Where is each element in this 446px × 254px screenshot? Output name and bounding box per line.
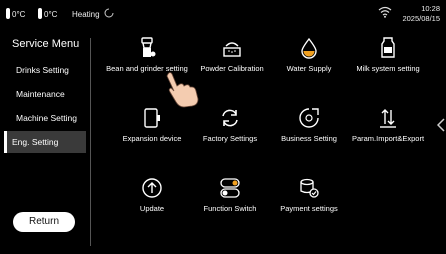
time-label: 10:28 xyxy=(421,4,440,13)
sidebar-item-label: Eng. Setting xyxy=(12,137,59,147)
selection-indicator xyxy=(4,131,7,153)
payment-icon xyxy=(300,178,319,198)
sidebar-item-eng-setting[interactable]: Eng. Setting xyxy=(4,131,86,153)
milk-icon xyxy=(381,37,395,58)
update-icon xyxy=(142,178,162,198)
expansion-device-button[interactable]: Expansion device xyxy=(110,106,194,143)
grid-item-label: Factory Settings xyxy=(202,134,258,143)
payment-settings-button[interactable]: Payment settings xyxy=(267,176,351,213)
chevron-left-icon[interactable] xyxy=(437,118,445,132)
bean-grinder-setting-button[interactable]: Bean and grinder setting xyxy=(105,36,189,73)
water-supply-button[interactable]: Water Supply xyxy=(267,36,351,73)
spinner-icon xyxy=(104,8,114,18)
business-icon xyxy=(299,108,319,128)
sidebar-divider xyxy=(90,38,91,246)
grid-item-label: Water Supply xyxy=(286,64,332,73)
milk-system-setting-button[interactable]: Milk system setting xyxy=(340,36,436,73)
grid-item-label: Powder Calibration xyxy=(200,64,264,73)
grid-item-label: Milk system setting xyxy=(356,64,420,73)
pointing-hand-icon xyxy=(166,72,199,108)
powder-icon xyxy=(223,42,241,57)
sidebar-item-maintenance[interactable]: Maintenance xyxy=(16,89,65,99)
function-switch-button[interactable]: Function Switch xyxy=(188,176,272,213)
menu-title: Service Menu xyxy=(12,38,80,50)
grid-item-label: Payment settings xyxy=(280,204,338,213)
water-drop-icon xyxy=(301,37,317,59)
thermometer-icon xyxy=(38,8,42,19)
heating-status: Heating xyxy=(72,8,114,19)
refresh-icon xyxy=(222,109,238,127)
param-import-export-button[interactable]: Param.Import&Export xyxy=(340,106,436,143)
grid-item-label: Business Setting xyxy=(281,134,337,143)
factory-settings-button[interactable]: Factory Settings xyxy=(188,106,272,143)
grid-item-label: Function Switch xyxy=(203,204,257,213)
device-icon xyxy=(144,108,160,128)
wifi-icon xyxy=(378,6,392,18)
sidebar-item-drinks-setting[interactable]: Drinks Setting xyxy=(16,65,69,75)
temperature-1: 0°C xyxy=(6,8,25,19)
grid-item-label: Param.Import&Export xyxy=(351,134,425,143)
clock: 10:28 2025/08/15 xyxy=(402,4,440,24)
powder-calibration-button[interactable]: Powder Calibration xyxy=(190,36,274,73)
status-bar: 0°C 0°C Heating 10:28 2025/08/15 xyxy=(0,0,446,28)
thermometer-icon xyxy=(6,8,10,19)
update-button[interactable]: Update xyxy=(110,176,194,213)
business-setting-button[interactable]: Business Setting xyxy=(267,106,351,143)
grid-item-label: Update xyxy=(139,204,165,213)
grid-item-label: Expansion device xyxy=(122,134,182,143)
toggle-icon xyxy=(220,178,240,198)
date-label: 2025/08/15 xyxy=(402,14,440,23)
grinder-icon xyxy=(141,37,156,57)
temperature-2: 0°C xyxy=(38,8,57,19)
sidebar-item-machine-setting[interactable]: Machine Setting xyxy=(16,113,77,123)
return-button[interactable]: Return xyxy=(13,212,75,232)
import-export-icon xyxy=(380,109,396,128)
